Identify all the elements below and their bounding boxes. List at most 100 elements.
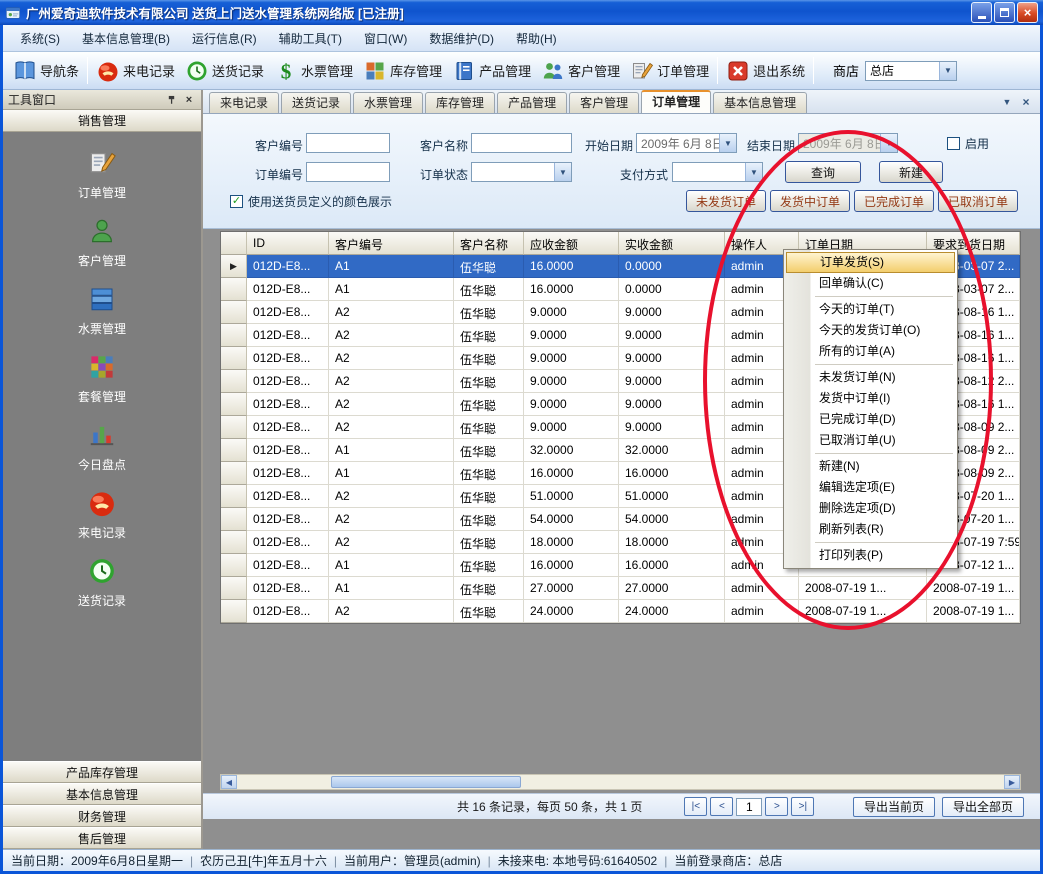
- row-selector[interactable]: [221, 324, 247, 347]
- payment-select[interactable]: ▼: [672, 162, 763, 182]
- row-selector-header[interactable]: [221, 232, 247, 255]
- cell-customer_name[interactable]: 伍华聪: [454, 347, 524, 370]
- cell-order_date[interactable]: 2008-07-19 1...: [799, 600, 927, 623]
- tab-item[interactable]: 库存管理: [425, 92, 495, 113]
- context-menu-item[interactable]: 回单确认(C): [785, 273, 956, 294]
- column-header[interactable]: 实收金额: [619, 232, 725, 255]
- context-menu-item[interactable]: 发货中订单(I): [785, 388, 956, 409]
- table-row[interactable]: 012D-E8...A2伍华聪24.000024.0000admin2008-0…: [221, 600, 1020, 623]
- cell-receivable[interactable]: 16.0000: [524, 462, 619, 485]
- order-status-filter-button[interactable]: 发货中订单: [770, 190, 850, 212]
- cell-order_date[interactable]: 2008-07-19 1...: [799, 577, 927, 600]
- customer-name-input[interactable]: [471, 133, 572, 153]
- cell-received[interactable]: 0.0000: [619, 255, 725, 278]
- cell-customer_no[interactable]: A2: [329, 324, 454, 347]
- horizontal-scrollbar[interactable]: ◀ ▶: [220, 774, 1021, 790]
- sidebar-item-incoming-call[interactable]: 来电记录: [78, 488, 126, 541]
- cell-customer_no[interactable]: A2: [329, 531, 454, 554]
- row-selector[interactable]: [221, 531, 247, 554]
- start-date-picker[interactable]: 2009年 6月 8日 ▼: [636, 133, 737, 153]
- cell-customer_no[interactable]: A1: [329, 255, 454, 278]
- store-select[interactable]: 总店▼: [865, 61, 957, 81]
- close-button[interactable]: ×: [1017, 2, 1038, 23]
- cell-received[interactable]: 16.0000: [619, 462, 725, 485]
- delivery-color-checkbox[interactable]: ✓ 使用送货员定义的颜色展示: [230, 193, 392, 210]
- cell-receivable[interactable]: 16.0000: [524, 255, 619, 278]
- cell-id[interactable]: 012D-E8...: [247, 393, 329, 416]
- context-menu-item[interactable]: 已完成订单(D): [785, 409, 956, 430]
- cell-received[interactable]: 16.0000: [619, 554, 725, 577]
- context-menu-item[interactable]: 打印列表(P): [785, 545, 956, 566]
- context-menu-item[interactable]: 编辑选定项(E): [785, 477, 956, 498]
- cell-id[interactable]: 012D-E8...: [247, 370, 329, 393]
- cell-customer_name[interactable]: 伍华聪: [454, 554, 524, 577]
- cell-customer_name[interactable]: 伍华聪: [454, 485, 524, 508]
- cell-received[interactable]: 9.0000: [619, 324, 725, 347]
- enable-date-checkbox[interactable]: 启用: [947, 135, 989, 152]
- order-no-input[interactable]: [306, 162, 390, 182]
- column-header[interactable]: 客户名称: [454, 232, 524, 255]
- cell-id[interactable]: 012D-E8...: [247, 531, 329, 554]
- cell-received[interactable]: 9.0000: [619, 416, 725, 439]
- cell-received[interactable]: 9.0000: [619, 301, 725, 324]
- cell-customer_name[interactable]: 伍华聪: [454, 278, 524, 301]
- new-button[interactable]: 新建: [879, 161, 943, 183]
- cell-receivable[interactable]: 9.0000: [524, 370, 619, 393]
- row-selector[interactable]: [221, 462, 247, 485]
- menubar-item[interactable]: 数据维护(D): [418, 25, 505, 52]
- tab-item[interactable]: 客户管理: [569, 92, 639, 113]
- sidebar-section-bar[interactable]: 产品库存管理: [3, 761, 201, 783]
- cell-receivable[interactable]: 16.0000: [524, 554, 619, 577]
- row-selector[interactable]: [221, 577, 247, 600]
- cell-customer_name[interactable]: 伍华聪: [454, 600, 524, 623]
- cell-id[interactable]: 012D-E8...: [247, 462, 329, 485]
- row-selector[interactable]: [221, 508, 247, 531]
- order-status-filter-button[interactable]: 已取消订单: [938, 190, 1018, 212]
- cell-customer_no[interactable]: A2: [329, 416, 454, 439]
- chevron-down-icon[interactable]: ▼: [745, 163, 762, 181]
- table-row[interactable]: 012D-E8...A1伍华聪27.000027.0000admin2008-0…: [221, 577, 1020, 600]
- cell-customer_name[interactable]: 伍华聪: [454, 255, 524, 278]
- cell-receivable[interactable]: 9.0000: [524, 324, 619, 347]
- order-status-filter-button[interactable]: 未发货订单: [686, 190, 766, 212]
- context-menu-item[interactable]: 订单发货(S): [786, 252, 955, 273]
- cell-customer_name[interactable]: 伍华聪: [454, 462, 524, 485]
- cell-id[interactable]: 012D-E8...: [247, 485, 329, 508]
- menubar-item[interactable]: 帮助(H): [505, 25, 568, 52]
- cell-receivable[interactable]: 9.0000: [524, 393, 619, 416]
- sidebar-item-person[interactable]: 客户管理: [78, 216, 126, 269]
- cell-customer_name[interactable]: 伍华聪: [454, 393, 524, 416]
- row-selector[interactable]: ▶: [221, 255, 247, 278]
- sidebar-section-bar[interactable]: 财务管理: [3, 805, 201, 827]
- cell-customer_no[interactable]: A2: [329, 600, 454, 623]
- next-page-button[interactable]: >: [765, 797, 788, 816]
- cell-received[interactable]: 51.0000: [619, 485, 725, 508]
- order-status-select[interactable]: ▼: [471, 162, 572, 182]
- cell-receivable[interactable]: 27.0000: [524, 577, 619, 600]
- export-all-pages-button[interactable]: 导出全部页: [942, 797, 1024, 817]
- tab-item[interactable]: 送货记录: [281, 92, 351, 113]
- row-selector[interactable]: [221, 347, 247, 370]
- cell-id[interactable]: 012D-E8...: [247, 416, 329, 439]
- query-button[interactable]: 查询: [785, 161, 861, 183]
- column-header[interactable]: ID: [247, 232, 329, 255]
- prev-page-button[interactable]: <: [710, 797, 733, 816]
- cell-customer_no[interactable]: A2: [329, 393, 454, 416]
- cell-customer_no[interactable]: A2: [329, 347, 454, 370]
- cell-customer_name[interactable]: 伍华聪: [454, 577, 524, 600]
- column-header[interactable]: 客户编号: [329, 232, 454, 255]
- cell-customer_no[interactable]: A2: [329, 508, 454, 531]
- row-selector[interactable]: [221, 554, 247, 577]
- tab-item[interactable]: 订单管理: [641, 90, 711, 113]
- cell-received[interactable]: 9.0000: [619, 370, 725, 393]
- cell-required_date[interactable]: 2008-07-19 1...: [927, 600, 1020, 623]
- cell-received[interactable]: 9.0000: [619, 347, 725, 370]
- cell-receivable[interactable]: 9.0000: [524, 301, 619, 324]
- cell-customer_name[interactable]: 伍华聪: [454, 531, 524, 554]
- cell-received[interactable]: 54.0000: [619, 508, 725, 531]
- context-menu-item[interactable]: 未发货订单(N): [785, 367, 956, 388]
- restore-button[interactable]: [994, 2, 1015, 23]
- toolbar-delivery-clock-button[interactable]: 送货记录: [180, 56, 269, 86]
- cell-receivable[interactable]: 32.0000: [524, 439, 619, 462]
- cell-customer_name[interactable]: 伍华聪: [454, 439, 524, 462]
